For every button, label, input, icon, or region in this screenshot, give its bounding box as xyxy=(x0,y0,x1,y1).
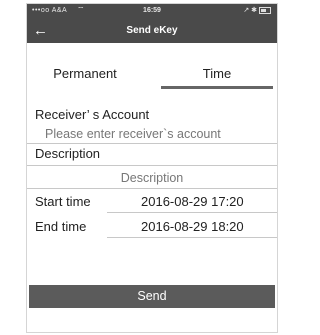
divider xyxy=(107,212,277,213)
end-time-label: End time xyxy=(35,219,87,234)
tab-permanent[interactable]: Permanent xyxy=(35,62,135,92)
page-title: Send eKey xyxy=(126,25,178,36)
divider xyxy=(27,143,277,144)
tab-permanent-label: Permanent xyxy=(53,66,117,81)
send-button[interactable]: Send xyxy=(29,285,275,308)
receiver-account-label: Receiver’ s Account xyxy=(35,107,150,122)
active-tab-indicator xyxy=(161,86,273,89)
status-indicators: ↗ ✱ xyxy=(243,7,258,14)
nav-bar: ← Send eKey xyxy=(27,18,277,43)
tab-bar: Permanent Time xyxy=(27,62,277,92)
status-bar: •••oo A&A ⌔ 16:59 ↗ ✱ xyxy=(27,4,277,18)
status-time: 16:59 xyxy=(143,7,161,14)
divider xyxy=(27,165,277,166)
start-time-label: Start time xyxy=(35,194,91,209)
status-right-icons: ↗ ✱ xyxy=(243,6,271,14)
description-input[interactable]: Description xyxy=(27,171,277,185)
description-label: Description xyxy=(35,146,101,161)
start-time-value[interactable]: 2016-08-29 17:20 xyxy=(141,194,244,209)
receiver-account-input[interactable]: Please enter receiver`s account xyxy=(45,127,221,141)
tab-time-label: Time xyxy=(202,66,232,81)
tab-time[interactable]: Time xyxy=(161,62,273,92)
battery-icon xyxy=(259,6,271,14)
phone-screen: •••oo A&A ⌔ 16:59 ↗ ✱ ← Send eKey Perman… xyxy=(26,3,278,333)
divider xyxy=(27,188,277,189)
end-time-value[interactable]: 2016-08-29 18:20 xyxy=(141,219,244,234)
divider xyxy=(107,237,277,238)
